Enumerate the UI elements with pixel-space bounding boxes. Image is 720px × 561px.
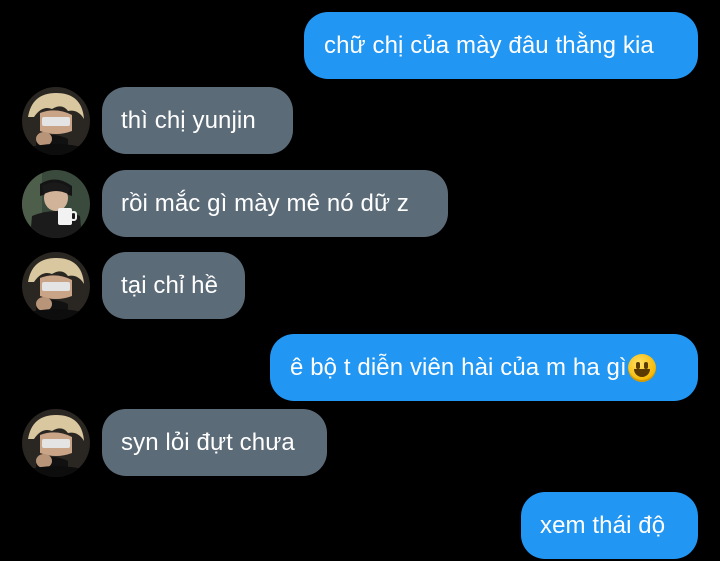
message-bubble-outgoing[interactable]: ê bộ t diễn viên hài của m ha gì	[270, 334, 698, 401]
grinning-face-emoji-icon	[627, 353, 656, 382]
message-bubble-incoming[interactable]: thì chị yunjin	[102, 87, 293, 154]
dark-hair-mug-avatar-icon	[22, 170, 90, 238]
contact-avatar[interactable]	[22, 409, 90, 477]
message-text: thì chị yunjin	[121, 106, 256, 134]
message-bubble-incoming[interactable]: rồi mắc gì mày mê nó dữ z	[102, 170, 448, 237]
message-bubble-incoming[interactable]: syn lỏi đựt chưa	[102, 409, 327, 476]
message-bubble-incoming[interactable]: tại chỉ hề	[102, 252, 245, 319]
contact-avatar[interactable]	[22, 252, 90, 320]
blonde-masked-avatar-icon	[22, 87, 90, 155]
blonde-masked-avatar-icon	[22, 409, 90, 477]
contact-avatar[interactable]	[22, 170, 90, 238]
message-text: rồi mắc gì mày mê nó dữ z	[121, 189, 409, 217]
message-text: chữ chị của mày đâu thằng kia	[324, 31, 654, 59]
blonde-masked-avatar-icon	[22, 252, 90, 320]
message-bubble-outgoing[interactable]: chữ chị của mày đâu thằng kia	[304, 12, 698, 79]
message-text: xem thái độ	[540, 511, 666, 539]
message-text: syn lỏi đựt chưa	[121, 428, 295, 456]
message-text: ê bộ t diễn viên hài của m ha gì	[290, 353, 627, 381]
message-bubble-outgoing[interactable]: xem thái độ	[521, 492, 698, 559]
message-text: tại chỉ hề	[121, 271, 219, 299]
contact-avatar[interactable]	[22, 87, 90, 155]
